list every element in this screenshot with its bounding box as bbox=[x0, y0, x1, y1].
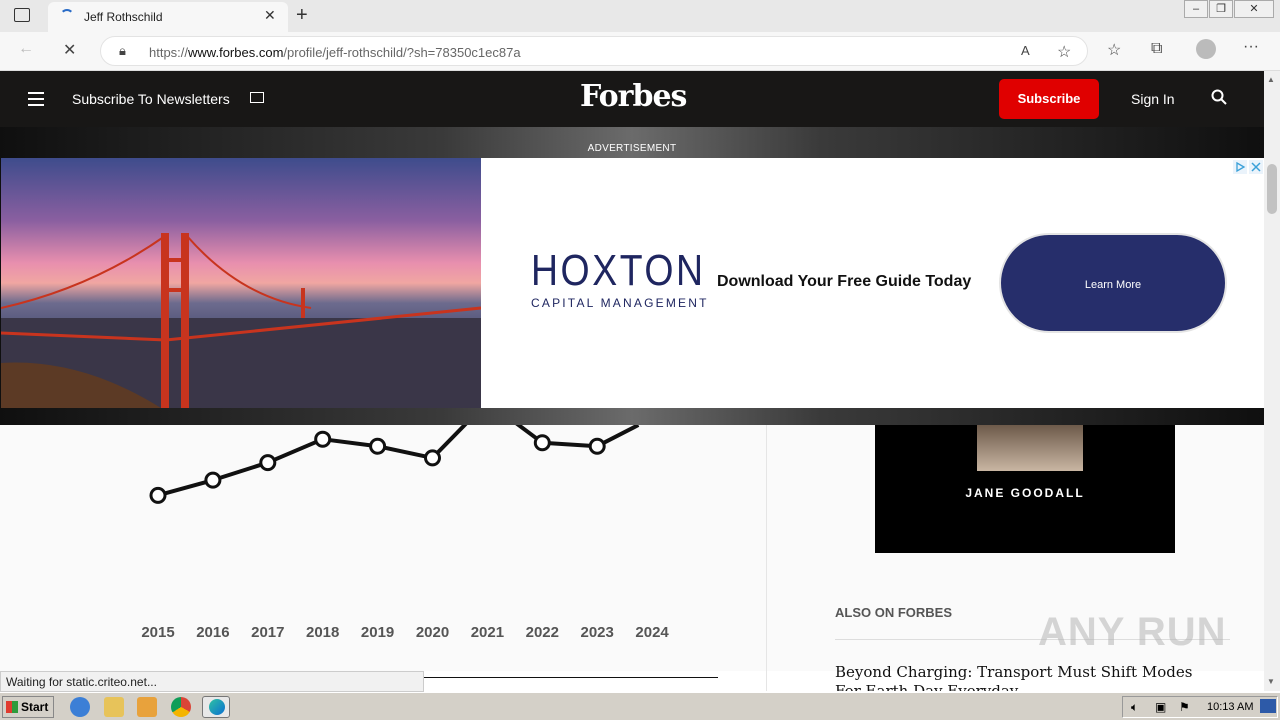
data-point[interactable] bbox=[369, 437, 387, 455]
favorites-icon[interactable]: ☆ bbox=[1107, 40, 1121, 60]
menu-icon[interactable] bbox=[28, 92, 44, 106]
show-desktop-icon[interactable] bbox=[1260, 699, 1276, 713]
ie-icon[interactable] bbox=[70, 697, 90, 717]
anyrun-watermark: ANY RUN bbox=[1038, 610, 1227, 654]
mail-icon[interactable] bbox=[250, 92, 264, 103]
back-icon[interactable]: ← bbox=[18, 40, 34, 58]
also-on-forbes-heading: ALSO ON FORBES bbox=[835, 605, 953, 620]
subscribe-button[interactable]: Subscribe bbox=[999, 79, 1099, 119]
add-favorite-icon[interactable]: ☆ bbox=[1057, 42, 1071, 62]
x-tick-label: 2018 bbox=[306, 624, 339, 641]
collections-icon[interactable]: ⧉ bbox=[1151, 40, 1162, 58]
x-tick-label: 2024 bbox=[635, 624, 669, 641]
profile-avatar[interactable] bbox=[1196, 39, 1216, 59]
network-icon[interactable]: ▣ bbox=[1155, 700, 1166, 714]
tab-actions-icon[interactable] bbox=[14, 8, 30, 22]
learn-more-button[interactable]: Learn More bbox=[999, 233, 1227, 333]
forbes-logo[interactable]: Forbes bbox=[580, 79, 687, 114]
data-point[interactable] bbox=[259, 454, 277, 472]
data-point[interactable] bbox=[314, 430, 332, 448]
taskbar: Start 🔈︎ ▣ ⚑ 10:13 AM bbox=[0, 692, 1280, 720]
data-point[interactable] bbox=[149, 486, 167, 504]
series-line bbox=[157, 425, 640, 498]
read-aloud-icon[interactable]: A bbox=[1021, 43, 1030, 58]
divider bbox=[424, 677, 718, 678]
loading-spinner-icon bbox=[60, 9, 74, 23]
x-tick-label: 2020 bbox=[416, 624, 449, 641]
status-bar: Waiting for static.criteo.net... bbox=[0, 671, 424, 692]
browser-tab[interactable]: Jeff Rothschild ✕ bbox=[48, 2, 288, 32]
url-field[interactable]: 🔒︎ https://www.forbes.com/profile/jeff-r… bbox=[100, 36, 1088, 66]
more-menu-icon[interactable]: ··· bbox=[1243, 38, 1259, 56]
system-tray: 🔈︎ ▣ ⚑ 10:13 AM bbox=[1122, 696, 1278, 718]
media-player-icon[interactable] bbox=[137, 697, 157, 717]
x-tick-label: 2015 bbox=[141, 624, 174, 641]
data-point[interactable] bbox=[204, 471, 222, 489]
golden-gate-bridge-image[interactable] bbox=[1, 158, 481, 408]
lock-icon[interactable]: 🔒︎ bbox=[119, 43, 126, 59]
address-bar-row: ← ✕ 🔒︎ https://www.forbes.com/profile/je… bbox=[0, 32, 1280, 71]
tab-title: Jeff Rothschild bbox=[84, 10, 163, 24]
close-tab-icon[interactable]: ✕ bbox=[264, 7, 276, 24]
scroll-down-icon[interactable]: ▼ bbox=[1267, 677, 1275, 686]
ad-headline: Download Your Free Guide Today bbox=[717, 273, 972, 290]
restore-button[interactable]: ❐ bbox=[1209, 0, 1233, 18]
promo-photo bbox=[977, 425, 1083, 471]
adchoices-icon[interactable] bbox=[1233, 160, 1263, 174]
explorer-icon[interactable] bbox=[104, 697, 124, 717]
hoxton-logo: HOXTON bbox=[531, 246, 706, 295]
line-chart: 2015 2016 2017 2018 2019 2020 2021 2022 2023 2024 bbox=[141, 425, 669, 641]
minimize-button[interactable]: – bbox=[1184, 0, 1208, 18]
close-window-button[interactable]: ✕ bbox=[1234, 0, 1274, 18]
column-divider bbox=[766, 425, 767, 691]
site-header: Subscribe To Newsletters Forbes Subscrib… bbox=[0, 71, 1264, 127]
new-tab-icon[interactable]: + bbox=[296, 4, 308, 27]
x-tick-label: 2022 bbox=[526, 624, 559, 641]
sign-in-link[interactable]: Sign In bbox=[1131, 91, 1175, 107]
search-icon[interactable] bbox=[1211, 89, 1227, 105]
x-tick-label: 2019 bbox=[361, 624, 394, 641]
clock: 10:13 AM bbox=[1207, 701, 1254, 713]
tab-strip: Jeff Rothschild ✕ + – ❐ ✕ bbox=[0, 0, 1280, 32]
jane-goodall-promo[interactable]: JANE GOODALL bbox=[875, 425, 1175, 553]
promo-name: JANE GOODALL bbox=[965, 486, 1085, 500]
data-point[interactable] bbox=[533, 434, 551, 452]
url-text: https://www.forbes.com/profile/jeff-roth… bbox=[149, 45, 521, 60]
data-point[interactable] bbox=[588, 437, 606, 455]
x-tick-label: 2021 bbox=[471, 624, 504, 641]
start-button[interactable]: Start bbox=[2, 696, 54, 718]
scrollbar[interactable]: ▲ ▼ bbox=[1264, 71, 1280, 691]
stop-loading-icon[interactable]: ✕ bbox=[63, 40, 76, 60]
article-link[interactable]: Beyond Charging: Transport Must Shift Mo… bbox=[835, 663, 1215, 691]
ad-banner[interactable]: HOXTON CAPITAL MANAGEMENT Download Your … bbox=[1, 158, 1264, 408]
flag-icon[interactable]: ⚑ bbox=[1179, 700, 1190, 714]
start-label: Start bbox=[21, 700, 49, 714]
volume-icon[interactable]: 🔈︎ bbox=[1131, 700, 1138, 715]
advertisement-label: ADVERTISEMENT bbox=[587, 143, 677, 154]
edge-taskbar-button[interactable] bbox=[202, 696, 230, 718]
x-tick-label: 2016 bbox=[196, 624, 229, 641]
windows-logo-icon bbox=[6, 701, 18, 713]
data-point[interactable] bbox=[424, 449, 441, 467]
hoxton-logo-subtitle: CAPITAL MANAGEMENT bbox=[531, 296, 709, 310]
x-tick-label: 2017 bbox=[251, 624, 284, 641]
scroll-up-icon[interactable]: ▲ bbox=[1267, 75, 1275, 84]
scroll-thumb[interactable] bbox=[1267, 164, 1277, 214]
chrome-icon[interactable] bbox=[171, 697, 191, 717]
x-tick-label: 2023 bbox=[581, 624, 614, 641]
newsletter-link[interactable]: Subscribe To Newsletters bbox=[72, 91, 230, 107]
